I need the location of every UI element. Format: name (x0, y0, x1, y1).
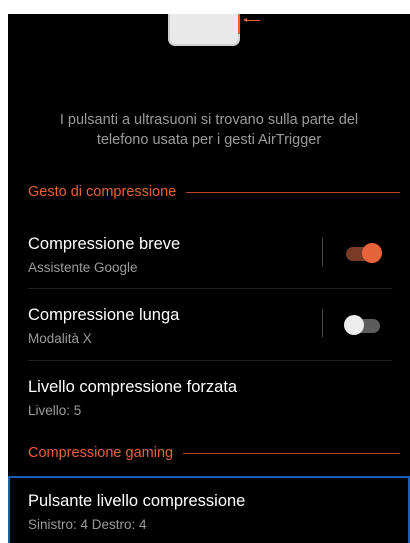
toggle-short-squeeze[interactable] (342, 242, 384, 264)
row-title: Compressione breve (28, 235, 181, 253)
section-divider-line (183, 452, 400, 454)
row-button-level[interactable]: Pulsante livello compressione Sinistro: … (8, 476, 410, 543)
row-title: Pulsante livello compressione (28, 492, 246, 510)
row-force-level[interactable]: Livello compressione forzata Livello: 5 (8, 361, 410, 433)
row-title: Livello compressione forzata (28, 378, 238, 396)
toggle-long-squeeze[interactable] (342, 314, 384, 336)
row-long-squeeze[interactable]: Compressione lunga Modalità X (8, 289, 410, 361)
row-title: Compressione lunga (28, 306, 180, 324)
row-subtitle: Livello: 5 (28, 403, 82, 418)
section-header-gaming: Compressione gaming (28, 443, 400, 463)
row-short-squeeze[interactable]: Compressione breve Assistente Google (8, 219, 410, 289)
section-header-squeeze: Gesto di compressione (28, 182, 400, 202)
vertical-separator (322, 309, 323, 337)
toggle-thumb (362, 243, 382, 263)
airtrigger-info-text: I pulsanti a ultrasuoni si trovano sulla… (59, 112, 359, 148)
section-divider-line (186, 191, 400, 193)
phone-illustration (168, 14, 240, 46)
row-subtitle: Sinistro: 4 Destro: 4 (28, 517, 147, 532)
section-title-gaming: Compressione gaming (28, 445, 174, 461)
section-title-squeeze: Gesto di compressione (28, 184, 177, 200)
row-subtitle: Assistente Google (28, 260, 138, 275)
vertical-separator (322, 238, 323, 266)
row-subtitle: Modalità X (28, 331, 92, 346)
toggle-thumb (344, 315, 364, 335)
ultrasonic-button-marker (238, 14, 240, 34)
pointer-arrow-icon (243, 18, 260, 22)
settings-screen: I pulsanti a ultrasuoni si trovano sulla… (8, 14, 410, 543)
